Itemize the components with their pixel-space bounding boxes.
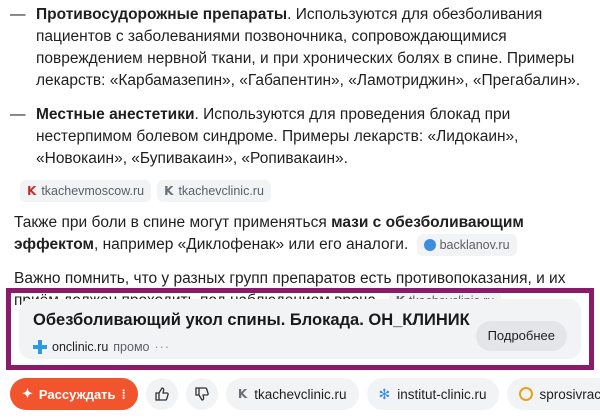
ad-highlight-frame: Обезболивающий укол спины. Блокада. ОН_К… <box>6 288 594 370</box>
source-chip[interactable]: ✻ institut-clinic.ru <box>366 378 499 410</box>
list-item-title: Местные анестетики <box>36 106 195 123</box>
globe-icon <box>423 239 436 251</box>
thumbs-down-icon <box>195 387 209 401</box>
source-chip[interactable]: K tkachevclinic.ru <box>157 180 271 202</box>
dislike-button[interactable] <box>185 378 218 410</box>
medical-cross-icon <box>33 340 47 354</box>
source-chip-label: tkachevmoscow.ru <box>41 184 145 198</box>
source-chip[interactable]: sprosivracha <box>506 378 600 410</box>
k-logo-icon: K <box>237 387 248 401</box>
source-chip[interactable]: backlanov.ru <box>416 234 517 256</box>
action-bar: ✦ Рассуждать ⁞ K tkachevclinic.ru ✻ inst… <box>10 378 600 410</box>
sparkle-icon: ✦ <box>22 386 33 401</box>
list-item-title: Противосудорожные препараты <box>36 6 288 23</box>
reason-button-label: Рассуждать <box>38 386 116 402</box>
paragraph: Также при боли в спине могут применяться… <box>10 212 590 256</box>
sparkle-icon: ⁞ <box>121 386 126 402</box>
ad-title[interactable]: Обезболивающий укол спины. Блокада. ОН_К… <box>33 311 470 330</box>
source-chip[interactable]: K tkachevmoscow.ru <box>20 180 152 202</box>
source-chip-label: sprosivracha <box>539 386 600 402</box>
list-dash: — <box>10 6 26 23</box>
k-logo-icon: K <box>164 184 174 198</box>
sprosivracha-logo-icon <box>518 387 533 401</box>
source-chip-label: tkachevclinic.ru <box>254 386 347 402</box>
source-chip[interactable]: K tkachevclinic.ru <box>225 378 359 410</box>
ad-meta: onclinic.ru промо ··· <box>33 340 170 354</box>
like-button[interactable] <box>145 378 178 410</box>
paragraph-text: , например «Диклофенак» или его аналоги. <box>93 236 409 254</box>
paragraph-text: Также при боли в спине могут применяться <box>14 214 332 231</box>
list-item: — Местные анестетики. Используются для п… <box>10 104 590 170</box>
ad-card[interactable]: Обезболивающий укол спины. Блокада. ОН_К… <box>19 299 581 359</box>
details-button[interactable]: Подробнее <box>475 321 567 351</box>
k-logo-icon: K <box>27 184 37 198</box>
source-chip-label: tkachevclinic.ru <box>178 184 264 198</box>
ad-domain[interactable]: onclinic.ru <box>52 340 108 354</box>
source-chip-label: institut-clinic.ru <box>397 386 487 402</box>
source-links: K tkachevmoscow.ru K tkachevclinic.ru <box>20 180 590 202</box>
list-item: — Противосудорожные препараты. Использую… <box>10 0 590 92</box>
answer-content: — Противосудорожные препараты. Использую… <box>10 0 590 313</box>
snowflake-icon: ✻ <box>378 385 391 402</box>
list-dash: — <box>10 106 26 123</box>
more-options-icon[interactable]: ··· <box>155 340 171 354</box>
ad-label: промо <box>113 340 150 354</box>
reason-button[interactable]: ✦ Рассуждать ⁞ <box>10 378 138 410</box>
thumbs-up-icon <box>155 387 169 401</box>
source-chip-label: backlanov.ru <box>439 238 510 252</box>
